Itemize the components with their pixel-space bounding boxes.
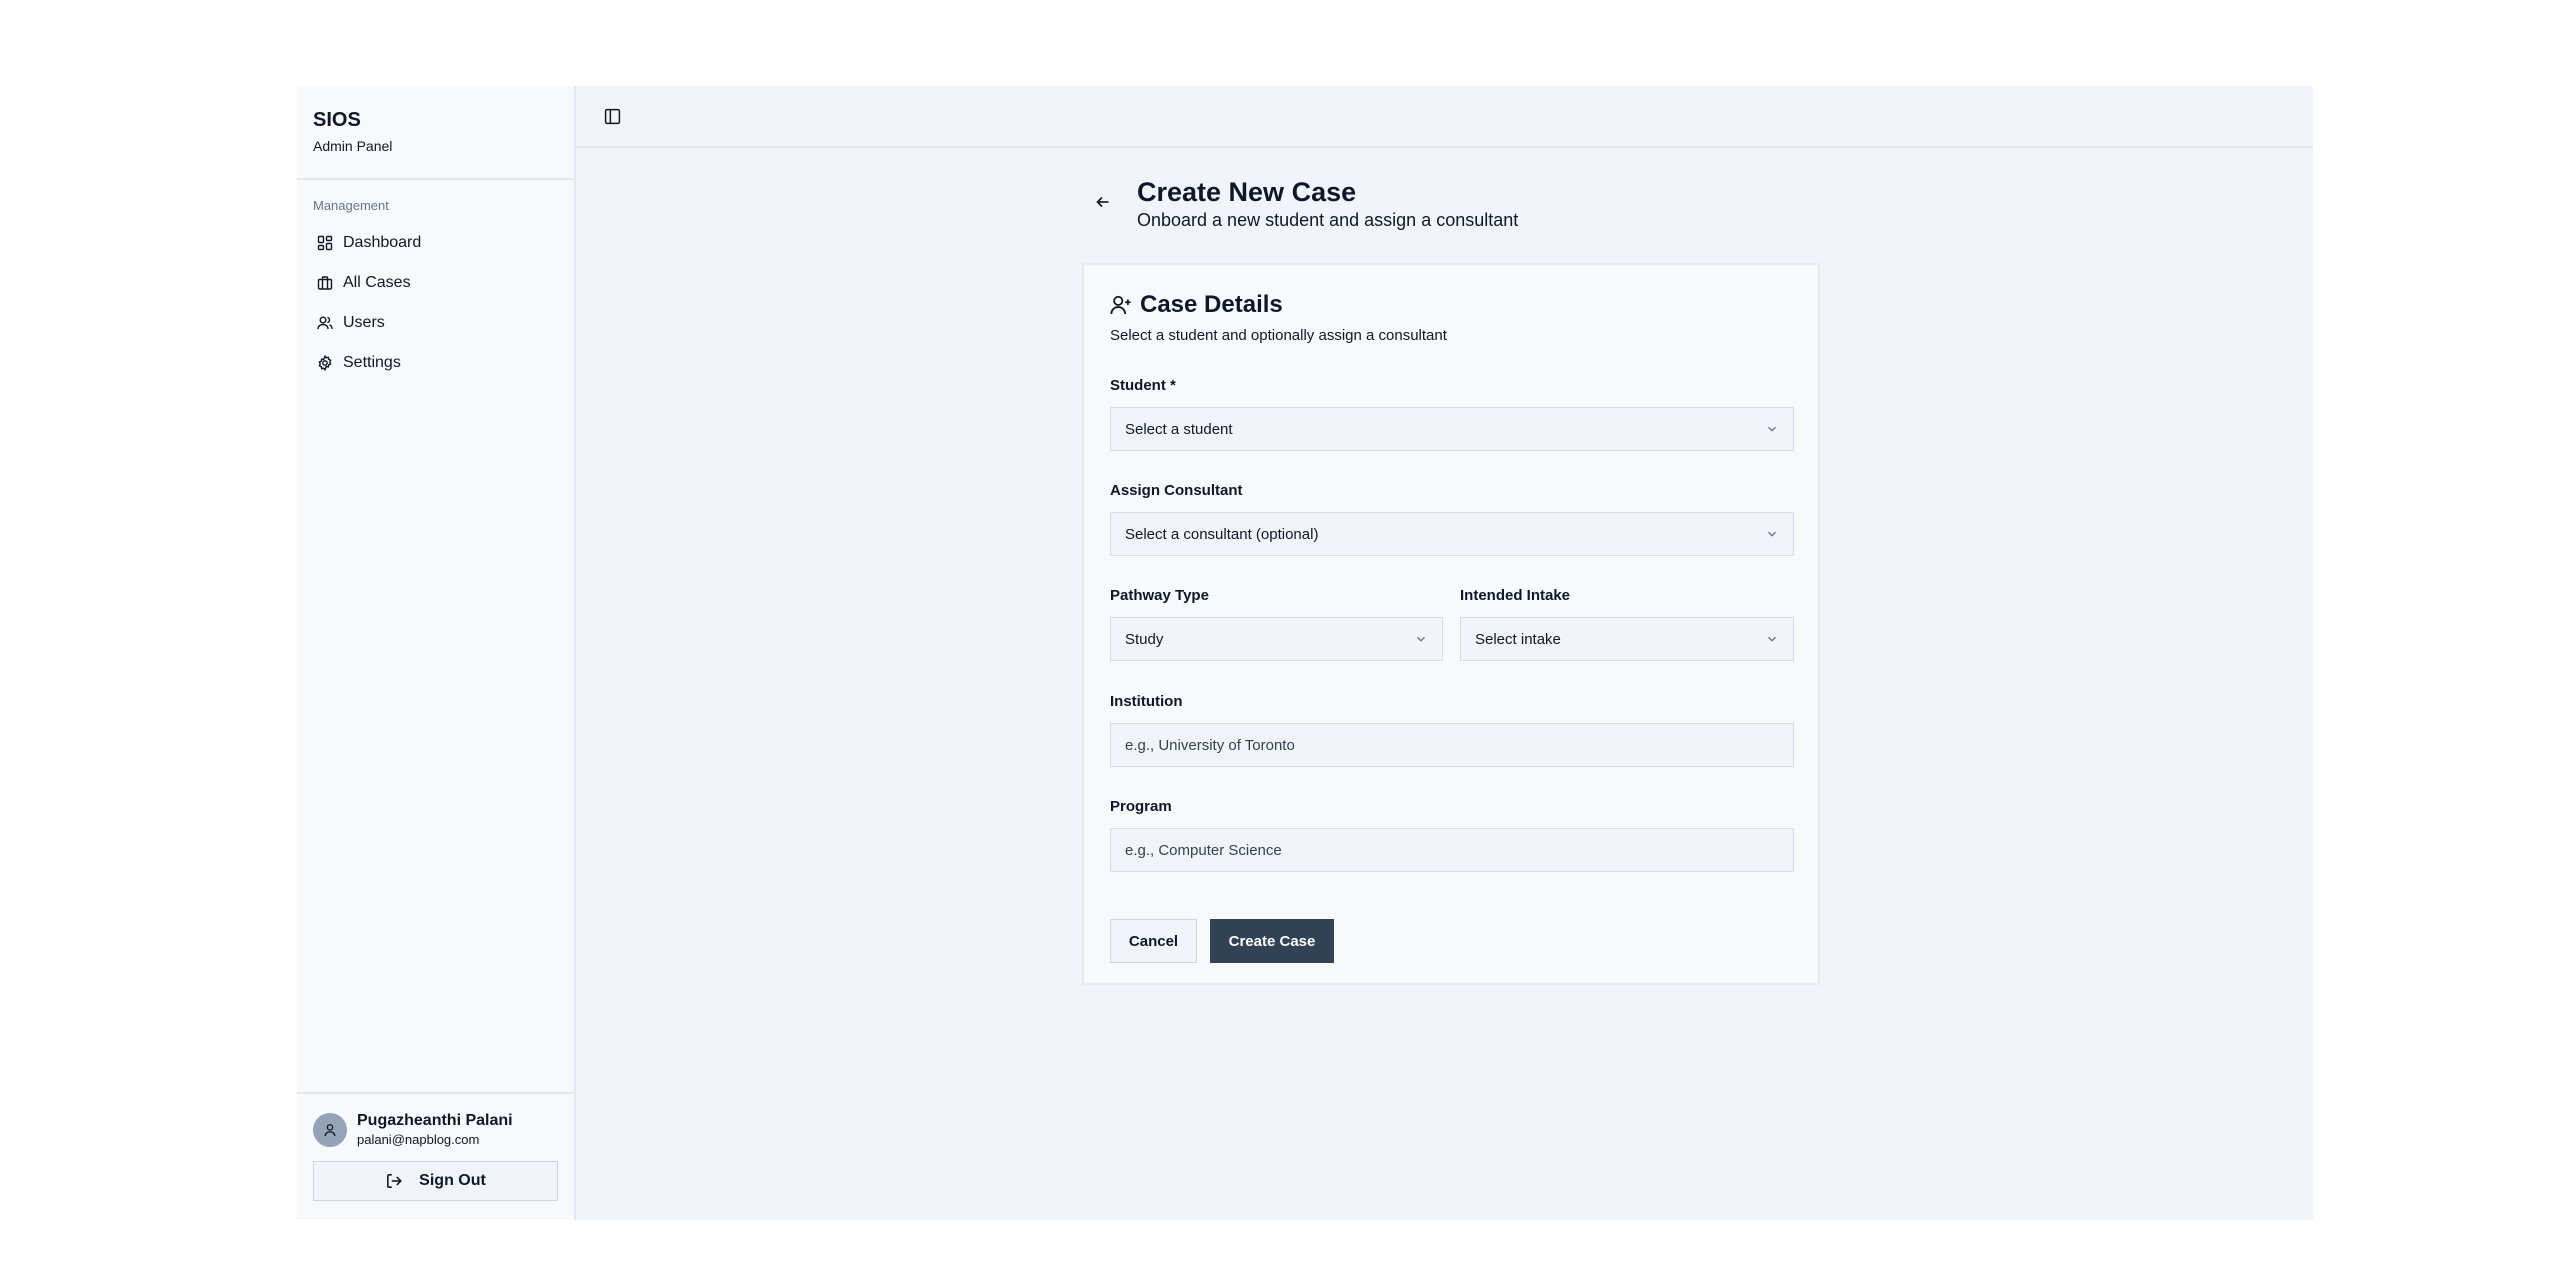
app-window: SIOS Admin Panel Management Dashboard Al… [297,86,2313,1220]
form-actions: Cancel Create Case [1110,919,1334,963]
chevron-down-icon [1768,636,1776,642]
institution-field: Institution [1110,693,1794,767]
user-name: Pugazheanthi Palani [357,1112,513,1129]
main-content: Create New Case Onboard a new student an… [576,86,2313,1220]
chevron-down-icon [1768,531,1776,537]
sidebar: SIOS Admin Panel Management Dashboard Al… [297,86,576,1220]
student-select-value: Select a student [1125,420,1233,438]
gear-icon [318,355,332,371]
user-email: palani@napblog.com [357,1132,480,1147]
student-select[interactable]: Select a student [1110,407,1794,451]
card-subtitle: Select a student and optionally assign a… [1110,327,1447,344]
consultant-label: Assign Consultant [1110,482,1243,499]
card-title: Case Details [1110,291,1792,319]
institution-input[interactable] [1125,736,1779,754]
student-field: Student * Select a student [1110,377,1794,451]
page-header: Create New Case Onboard a new student an… [1091,176,1518,231]
program-input[interactable] [1125,841,1779,859]
pathway-field: Pathway Type Study [1110,587,1443,661]
page-subtitle: Onboard a new student and assign a consu… [1137,210,1519,230]
cancel-button[interactable]: Cancel [1110,919,1197,963]
briefcase-icon [317,276,333,290]
brand-subtitle: Admin Panel [313,138,393,154]
sidebar-item-label: Users [343,314,385,331]
intake-select[interactable]: Select intake [1460,617,1794,661]
user-icon [324,1123,336,1136]
consultant-field: Assign Consultant Select a consultant (o… [1110,482,1794,556]
sidebar-toggle-button[interactable] [600,104,624,128]
back-button[interactable] [1091,190,1115,214]
sidebar-item-label: Settings [343,354,401,371]
case-details-card: Case Details Select a student and option… [1082,263,1820,985]
topbar [576,86,2313,148]
pathway-label: Pathway Type [1110,587,1209,604]
program-label: Program [1110,798,1172,815]
sidebar-item-settings[interactable]: Settings [313,343,558,383]
panel-left-icon [604,108,620,124]
sidebar-item-label: Dashboard [343,234,422,251]
sidebar-footer: Pugazheanthi Palani palani@napblog.com S… [297,1092,574,1220]
consultant-select[interactable]: Select a consultant (optional) [1110,512,1794,556]
sidebar-item-dashboard[interactable]: Dashboard [313,223,558,263]
sign-out-label: Sign Out [419,1172,486,1189]
consultant-select-value: Select a consultant (optional) [1125,525,1319,543]
intake-field: Intended Intake Select intake [1460,587,1794,661]
program-input-wrapper [1110,828,1794,872]
intake-label: Intended Intake [1460,587,1571,604]
sidebar-nav: Management Dashboard All Cases Users Set… [297,180,574,383]
intake-select-value: Select intake [1475,630,1561,648]
sidebar-item-users[interactable]: Users [313,303,558,343]
pathway-select[interactable]: Study [1110,617,1443,661]
card-title-text: Case Details [1140,291,1283,318]
logout-icon [387,1174,403,1188]
dashboard-icon [317,235,333,251]
nav-section-label: Management [313,198,389,213]
sidebar-item-label: All Cases [343,274,411,291]
create-case-button[interactable]: Create Case [1210,919,1334,963]
brand: SIOS Admin Panel [297,86,574,180]
sidebar-item-all-cases[interactable]: All Cases [313,263,558,303]
avatar [313,1112,347,1147]
pathway-select-value: Study [1125,630,1164,648]
users-icon [317,316,333,330]
institution-input-wrapper [1110,723,1794,767]
program-field: Program [1110,798,1794,872]
chevron-down-icon [1417,636,1425,642]
institution-label: Institution [1110,693,1183,710]
chevron-down-icon [1768,426,1776,432]
page-title: Create New Case [1137,177,1357,207]
user-profile: Pugazheanthi Palani palani@napblog.com [313,1112,558,1147]
brand-title: SIOS [313,109,361,131]
student-label: Student * [1110,377,1176,394]
user-plus-icon [1110,295,1131,315]
sign-out-button[interactable]: Sign Out [313,1161,558,1201]
arrow-left-icon [1096,196,1109,208]
